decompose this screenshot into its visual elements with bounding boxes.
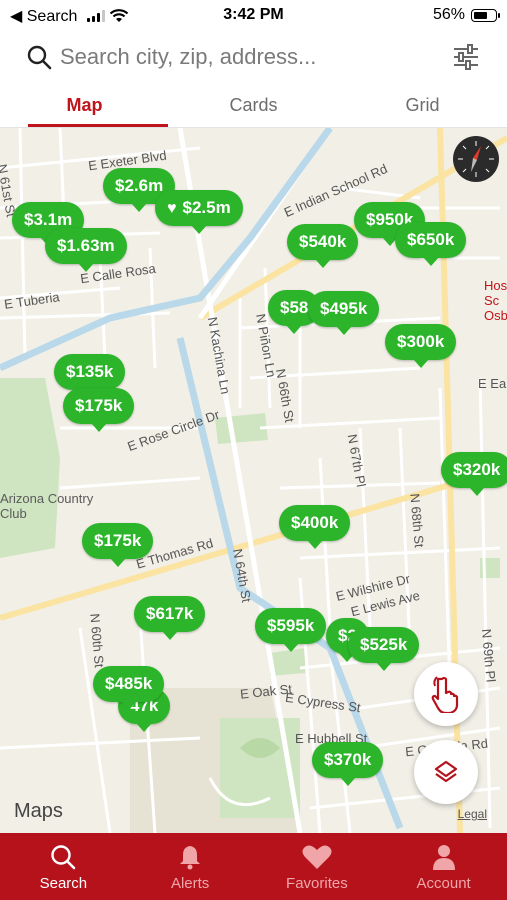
battery-icon	[471, 8, 500, 22]
tab-map[interactable]: Map	[0, 86, 169, 127]
price-pin[interactable]: $525k	[348, 627, 420, 671]
street-label: E Earll Dr	[478, 376, 507, 391]
tab-grid[interactable]: Grid	[338, 86, 507, 127]
person-icon	[432, 845, 455, 870]
nav-label: Account	[416, 875, 471, 892]
nav-label: Alerts	[170, 875, 210, 892]
price-pin-favorite[interactable]: ♥ $2.5m	[155, 190, 243, 234]
draw-area-button[interactable]	[414, 662, 478, 726]
search-icon	[27, 45, 52, 70]
price-pin[interactable]: $175k	[63, 388, 135, 432]
price-pin[interactable]: $485k	[93, 666, 165, 710]
search-icon	[51, 845, 76, 870]
price-pin[interactable]: $300k	[385, 324, 457, 368]
price-pin[interactable]: $595k	[255, 608, 327, 652]
tab-cards[interactable]: Cards	[169, 86, 338, 127]
nav-label: Favorites	[286, 875, 348, 892]
legal-link[interactable]: Legal	[458, 807, 487, 821]
price-pin[interactable]: $650k	[395, 222, 467, 266]
maps-attribution: Maps	[14, 800, 63, 822]
map-place-label: Arizona Country Club	[0, 491, 94, 521]
price-label: $2.5m	[182, 198, 231, 217]
price-pin[interactable]: $135k	[54, 354, 126, 398]
status-bar: ◀ Search 3:42 PM 56%	[0, 0, 507, 30]
nav-alerts[interactable]: Alerts	[127, 833, 254, 900]
bell-icon	[180, 846, 201, 870]
battery-percent: 56%	[432, 6, 465, 23]
nav-search[interactable]: Search	[0, 833, 127, 900]
price-pin[interactable]: $1.63m	[45, 228, 127, 272]
map-layers-button[interactable]	[414, 740, 478, 804]
price-pin[interactable]: $175k	[82, 523, 154, 567]
price-pin[interactable]: $617k	[134, 596, 206, 640]
search-bar: Search city, zip, address...	[0, 30, 507, 86]
map-view[interactable]: E Exeter Blvd E Indian School Rd E Calle…	[0, 128, 507, 833]
view-tabs: Map Cards Grid	[0, 86, 507, 128]
heart-icon: ♥	[167, 200, 177, 217]
price-pin[interactable]: $495k	[308, 291, 380, 335]
heart-icon	[302, 845, 332, 869]
bottom-navigation: Search Alerts Favorites Account	[0, 833, 507, 900]
nav-label: Search	[39, 875, 88, 892]
price-pin[interactable]: $320k	[441, 452, 507, 496]
hand-pointer-icon	[431, 676, 459, 713]
nav-account[interactable]: Account	[380, 833, 507, 900]
price-pin[interactable]: $400k	[279, 505, 351, 549]
price-pin[interactable]: $540k	[287, 224, 359, 268]
filter-sliders-icon[interactable]	[451, 42, 481, 72]
search-input[interactable]: Search city, zip, address...	[60, 44, 316, 70]
clock: 3:42 PM	[223, 6, 284, 23]
price-pin[interactable]: $370k	[312, 742, 384, 786]
nav-favorites[interactable]: Favorites	[254, 833, 381, 900]
apple-maps-logo: Maps	[14, 800, 63, 823]
compass-icon[interactable]	[453, 136, 499, 182]
battery-status: 56%	[432, 6, 500, 24]
map-place-label: Hos Sc Osb	[484, 278, 507, 323]
layers-icon	[434, 760, 458, 783]
